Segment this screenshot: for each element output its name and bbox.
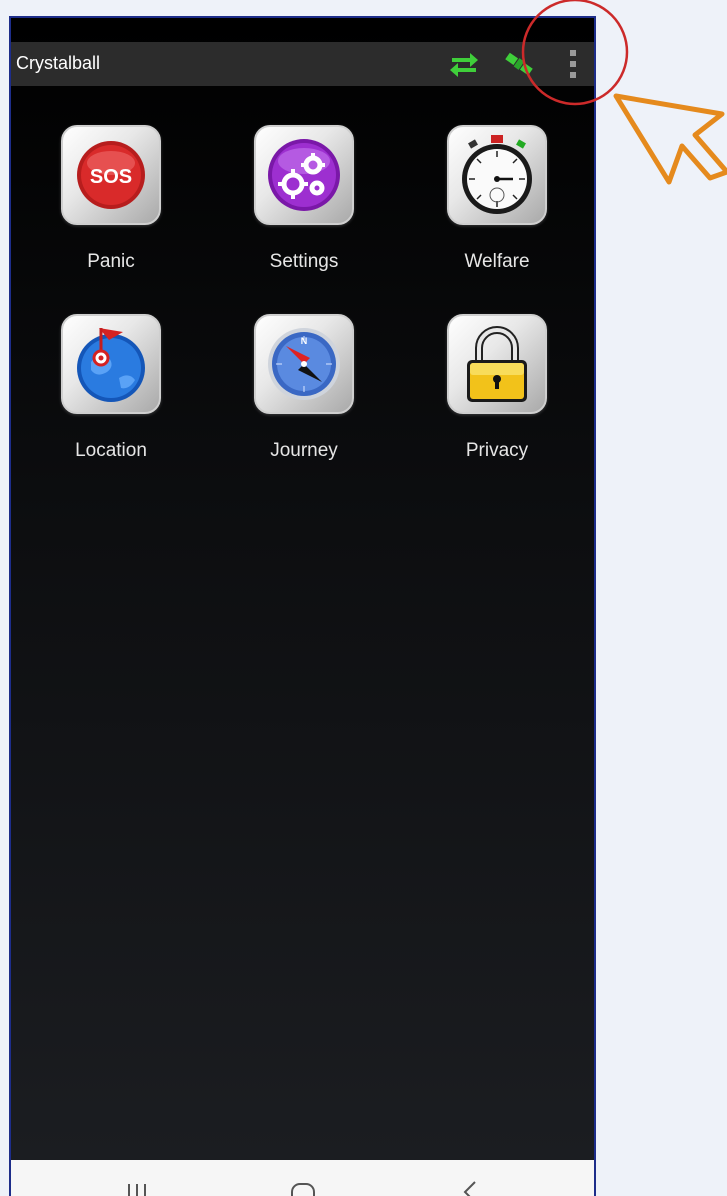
phone-screen: Crystalball SOS Panic Settings Welfare L…: [9, 16, 596, 1196]
tile-panic[interactable]: SOS Panic: [40, 125, 180, 295]
tile-label-privacy: Privacy: [465, 440, 529, 461]
compass-north-label: N: [301, 336, 308, 346]
tile-label-panic: Panic: [87, 251, 135, 272]
back-icon[interactable]: [457, 1178, 481, 1196]
tile-location[interactable]: Location: [40, 314, 180, 484]
stopwatch-icon: [447, 125, 547, 225]
tile-privacy[interactable]: Privacy: [426, 314, 566, 484]
tile-label-settings: Settings: [269, 251, 339, 272]
recent-apps-icon[interactable]: [123, 1178, 151, 1196]
sos-icon-text: SOS: [90, 166, 132, 188]
tile-welfare[interactable]: Welfare: [426, 125, 566, 295]
system-nav-bar: [11, 1160, 594, 1196]
globe-pin-icon: [61, 314, 161, 414]
sos-icon: SOS: [61, 125, 161, 225]
tile-settings[interactable]: Settings: [233, 125, 373, 295]
tile-label-welfare: Welfare: [464, 251, 530, 272]
home-icon[interactable]: [288, 1178, 318, 1196]
padlock-icon: [447, 314, 547, 414]
sync-arrows-icon[interactable]: [448, 48, 480, 80]
tile-label-location: Location: [75, 440, 147, 461]
tile-journey[interactable]: N Journey: [233, 314, 373, 484]
gears-icon: [254, 125, 354, 225]
pointer-arrow-icon: [613, 93, 727, 185]
app-title: Crystalball: [16, 53, 101, 73]
satellite-icon[interactable]: [503, 48, 535, 80]
tile-label-journey: Journey: [270, 440, 338, 461]
app-bar: Crystalball: [11, 42, 594, 86]
overflow-menu-icon[interactable]: [557, 48, 589, 80]
compass-icon: N: [254, 314, 354, 414]
